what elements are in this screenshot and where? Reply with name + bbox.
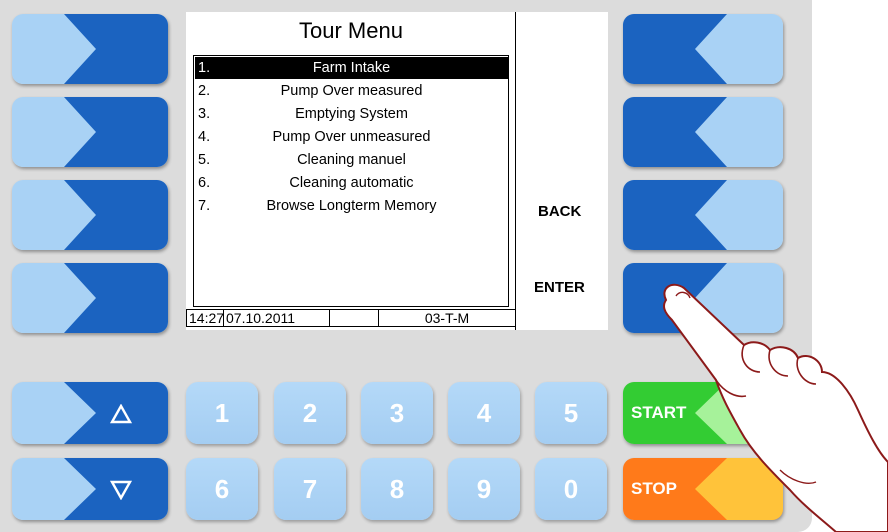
digit-key-8[interactable]: 8: [361, 458, 433, 520]
status-empty: [329, 309, 379, 327]
left-arrow-key-graphic: [623, 263, 783, 333]
left-arrow-key-graphic: [623, 14, 783, 84]
menu-item-cleaning-manuel[interactable]: Cleaning manuel 5.: [195, 149, 508, 171]
digit-key-3[interactable]: 3: [361, 382, 433, 444]
left-arrow-key-graphic: [623, 180, 783, 250]
back-softkey[interactable]: [623, 180, 783, 250]
menu-item-pump-over-unmeasured[interactable]: Pump Over unmeasured 4.: [195, 126, 508, 148]
down-key-graphic: [12, 458, 168, 520]
menu-item-cleaning-automatic[interactable]: Cleaning automatic 6.: [195, 172, 508, 194]
right-arrow-key-graphic: [12, 180, 168, 250]
right-softkey-1[interactable]: [623, 14, 783, 84]
down-arrow-key[interactable]: [12, 458, 168, 520]
stop-key[interactable]: STOP: [623, 458, 783, 520]
left-softkey-1[interactable]: [12, 14, 168, 84]
display-divider: [515, 12, 516, 330]
right-arrow-key-graphic: [12, 97, 168, 167]
digit-key-9[interactable]: 9: [448, 458, 520, 520]
menu-item-pump-over-measured[interactable]: Pump Over measured 2.: [195, 80, 508, 102]
up-key-graphic: [12, 382, 168, 444]
digit-key-4[interactable]: 4: [448, 382, 520, 444]
left-softkey-4[interactable]: [12, 263, 168, 333]
right-arrow-key-graphic: [12, 263, 168, 333]
up-triangle-icon: [110, 404, 132, 424]
menu-item-browse-longterm-memory[interactable]: Browse Longterm Memory 7.: [195, 195, 508, 217]
right-softkey-2[interactable]: [623, 97, 783, 167]
stop-label: STOP: [631, 479, 677, 498]
status-bar: 14:27 07.10.2011 03-T-M: [186, 309, 516, 329]
left-softkey-2[interactable]: [12, 97, 168, 167]
status-date: 07.10.2011: [223, 309, 330, 327]
left-arrow-key-graphic: [623, 97, 783, 167]
digit-key-5[interactable]: 5: [535, 382, 607, 444]
keypad-panel: Tour Menu Farm Intake 1. Pump Over measu…: [0, 0, 812, 532]
digit-key-2[interactable]: 2: [274, 382, 346, 444]
digit-key-0[interactable]: 0: [535, 458, 607, 520]
left-softkey-3[interactable]: [12, 180, 168, 250]
digit-key-7[interactable]: 7: [274, 458, 346, 520]
down-triangle-icon: [110, 480, 132, 500]
tour-menu-list: Farm Intake 1. Pump Over measured 2. Emp…: [193, 55, 509, 307]
menu-item-farm-intake[interactable]: Farm Intake 1.: [195, 57, 508, 79]
digit-key-6[interactable]: 6: [186, 458, 258, 520]
display-screen: Tour Menu Farm Intake 1. Pump Over measu…: [186, 12, 608, 330]
status-code: 03-T-M: [378, 309, 516, 327]
up-arrow-key[interactable]: [12, 382, 168, 444]
right-arrow-key-graphic: [12, 14, 168, 84]
digit-key-1[interactable]: 1: [186, 382, 258, 444]
start-key[interactable]: START: [623, 382, 783, 444]
enter-label: ENTER: [534, 279, 585, 296]
start-label: START: [631, 403, 687, 422]
status-time: 14:27: [186, 309, 224, 327]
enter-softkey[interactable]: [623, 263, 783, 333]
menu-item-emptying-system[interactable]: Emptying System 3.: [195, 103, 508, 125]
back-label: BACK: [538, 203, 582, 220]
page-title: Tour Menu: [299, 18, 403, 43]
